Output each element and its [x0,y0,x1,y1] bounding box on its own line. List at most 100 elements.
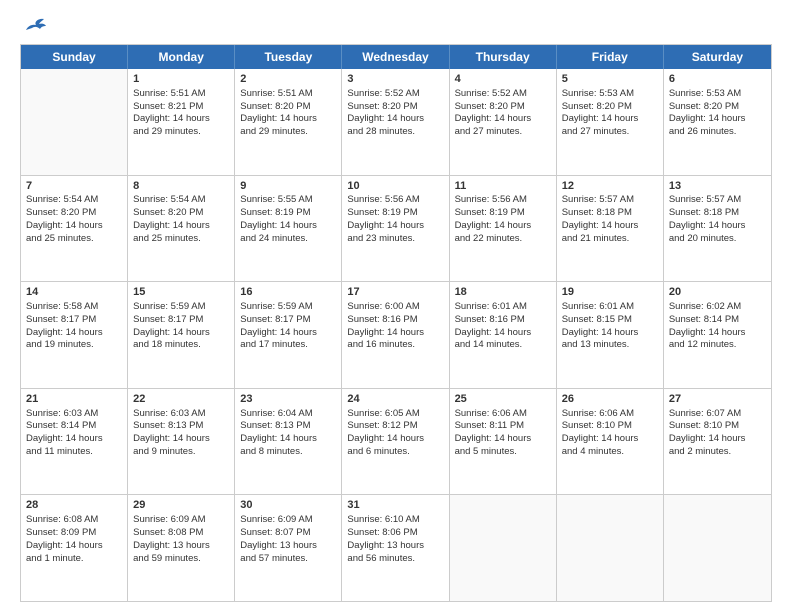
table-row: 22Sunrise: 6:03 AMSunset: 8:13 PMDayligh… [128,389,235,495]
day-info: and 6 minutes. [347,446,443,459]
day-number: 13 [669,179,766,194]
day-info: Daylight: 13 hours [347,540,443,553]
day-info: Daylight: 14 hours [133,220,229,233]
day-number: 6 [669,72,766,87]
page: SundayMondayTuesdayWednesdayThursdayFrid… [0,0,792,612]
day-info: and 16 minutes. [347,339,443,352]
day-info: and 5 minutes. [455,446,551,459]
day-info: Sunset: 8:19 PM [455,207,551,220]
day-info: Sunrise: 5:57 AM [562,194,658,207]
table-row: 4Sunrise: 5:52 AMSunset: 8:20 PMDaylight… [450,69,557,175]
day-info: Sunset: 8:11 PM [455,420,551,433]
table-row: 1Sunrise: 5:51 AMSunset: 8:21 PMDaylight… [128,69,235,175]
day-info: and 17 minutes. [240,339,336,352]
day-info: Sunset: 8:20 PM [562,101,658,114]
day-info: Daylight: 14 hours [347,433,443,446]
cal-header-day: Sunday [21,45,128,69]
day-info: and 29 minutes. [133,126,229,139]
day-info: Daylight: 14 hours [26,220,122,233]
day-info: Daylight: 14 hours [669,220,766,233]
day-info: Sunrise: 5:53 AM [669,88,766,101]
table-row: 23Sunrise: 6:04 AMSunset: 8:13 PMDayligh… [235,389,342,495]
table-row: 10Sunrise: 5:56 AMSunset: 8:19 PMDayligh… [342,176,449,282]
day-number: 2 [240,72,336,87]
day-info: and 29 minutes. [240,126,336,139]
day-info: Sunset: 8:09 PM [26,527,122,540]
day-info: Daylight: 14 hours [669,113,766,126]
day-info: Sunset: 8:20 PM [669,101,766,114]
table-row: 31Sunrise: 6:10 AMSunset: 8:06 PMDayligh… [342,495,449,601]
table-row [450,495,557,601]
day-info: Sunset: 8:19 PM [347,207,443,220]
day-info: and 28 minutes. [347,126,443,139]
cal-header-day: Friday [557,45,664,69]
day-info: Sunrise: 6:06 AM [455,408,551,421]
day-info: and 20 minutes. [669,233,766,246]
day-info: Sunrise: 6:08 AM [26,514,122,527]
day-info: Sunset: 8:13 PM [240,420,336,433]
table-row: 13Sunrise: 5:57 AMSunset: 8:18 PMDayligh… [664,176,771,282]
day-info: Sunset: 8:16 PM [347,314,443,327]
day-info: Sunrise: 5:54 AM [26,194,122,207]
day-info: Sunrise: 5:59 AM [240,301,336,314]
calendar-row: 28Sunrise: 6:08 AMSunset: 8:09 PMDayligh… [21,495,771,601]
day-info: Sunset: 8:16 PM [455,314,551,327]
day-info: Sunset: 8:08 PM [133,527,229,540]
day-number: 20 [669,285,766,300]
day-info: Daylight: 14 hours [669,327,766,340]
cal-header-day: Thursday [450,45,557,69]
day-number: 15 [133,285,229,300]
table-row: 24Sunrise: 6:05 AMSunset: 8:12 PMDayligh… [342,389,449,495]
day-info: and 25 minutes. [26,233,122,246]
day-number: 10 [347,179,443,194]
day-info: Daylight: 14 hours [240,220,336,233]
day-info: Sunrise: 6:01 AM [562,301,658,314]
table-row: 6Sunrise: 5:53 AMSunset: 8:20 PMDaylight… [664,69,771,175]
day-info: Sunset: 8:10 PM [562,420,658,433]
day-info: and 59 minutes. [133,553,229,566]
day-info: Sunrise: 5:51 AM [240,88,336,101]
logo-bird-icon [24,16,46,34]
day-number: 19 [562,285,658,300]
day-info: Daylight: 14 hours [669,433,766,446]
table-row: 2Sunrise: 5:51 AMSunset: 8:20 PMDaylight… [235,69,342,175]
table-row: 15Sunrise: 5:59 AMSunset: 8:17 PMDayligh… [128,282,235,388]
day-info: Sunset: 8:10 PM [669,420,766,433]
day-info: Daylight: 13 hours [240,540,336,553]
cal-header-day: Monday [128,45,235,69]
day-number: 4 [455,72,551,87]
day-info: Sunrise: 5:52 AM [347,88,443,101]
day-info: Sunset: 8:14 PM [26,420,122,433]
day-info: Sunset: 8:18 PM [562,207,658,220]
day-info: and 57 minutes. [240,553,336,566]
day-info: Daylight: 13 hours [133,540,229,553]
table-row: 21Sunrise: 6:03 AMSunset: 8:14 PMDayligh… [21,389,128,495]
day-info: Daylight: 14 hours [455,220,551,233]
day-info: and 18 minutes. [133,339,229,352]
day-number: 12 [562,179,658,194]
day-info: Sunrise: 5:55 AM [240,194,336,207]
day-info: Sunrise: 6:03 AM [133,408,229,421]
table-row: 19Sunrise: 6:01 AMSunset: 8:15 PMDayligh… [557,282,664,388]
day-info: and 27 minutes. [455,126,551,139]
day-number: 25 [455,392,551,407]
day-info: Daylight: 14 hours [347,327,443,340]
day-number: 29 [133,498,229,513]
day-info: Daylight: 14 hours [562,433,658,446]
day-info: Daylight: 14 hours [347,113,443,126]
day-info: Daylight: 14 hours [240,327,336,340]
day-number: 18 [455,285,551,300]
day-number: 16 [240,285,336,300]
day-info: and 25 minutes. [133,233,229,246]
day-info: and 19 minutes. [26,339,122,352]
table-row: 29Sunrise: 6:09 AMSunset: 8:08 PMDayligh… [128,495,235,601]
day-number: 5 [562,72,658,87]
day-info: Sunset: 8:18 PM [669,207,766,220]
day-info: Sunrise: 6:07 AM [669,408,766,421]
day-number: 22 [133,392,229,407]
table-row: 17Sunrise: 6:00 AMSunset: 8:16 PMDayligh… [342,282,449,388]
day-info: and 4 minutes. [562,446,658,459]
day-info: and 56 minutes. [347,553,443,566]
day-number: 24 [347,392,443,407]
day-number: 17 [347,285,443,300]
